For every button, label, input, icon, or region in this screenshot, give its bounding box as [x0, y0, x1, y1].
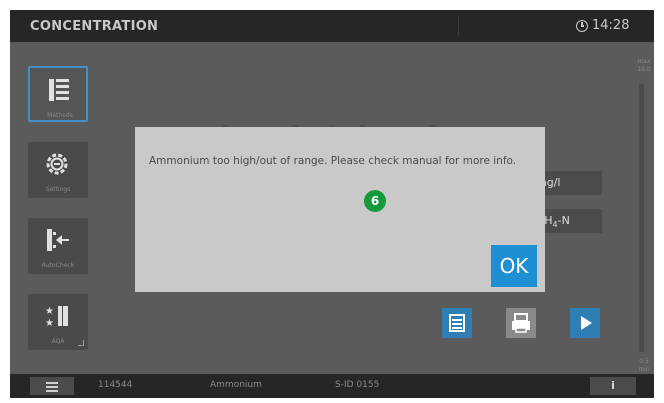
svg-text:★: ★ [45, 318, 54, 329]
range-scale: max 16.0 0.5 min [634, 58, 650, 376]
method-name: Ammonium [210, 380, 262, 390]
scale-min-value: 0.5 [639, 358, 649, 365]
method-list-icon [49, 79, 69, 101]
sidebar-item-methods[interactable]: Methods [28, 66, 88, 122]
page-title: CONCENTRATION [30, 19, 159, 34]
aqa-icon: ★ ★ [45, 306, 68, 329]
info-button[interactable]: i [590, 377, 636, 395]
step-badge: 6 [364, 190, 386, 212]
top-bar: CONCENTRATION 14:28 [10, 10, 654, 42]
sidebar-item-label: Methods [47, 112, 73, 119]
menu-icon [46, 382, 58, 384]
sidebar-item-label: AQA [51, 338, 65, 345]
clock-time: 14:28 [592, 18, 630, 33]
list-button[interactable] [442, 308, 472, 338]
scale-min-label: min [638, 366, 650, 373]
sample-id: S-ID 0155 [335, 380, 380, 390]
method-number: 114544 [98, 380, 133, 390]
list-icon [449, 314, 465, 332]
sidebar-item-label: AutoCheck [41, 262, 75, 269]
autocheck-icon [47, 229, 69, 251]
top-bar-divider [458, 16, 459, 36]
dialog-message: Ammonium too high/out of range. Please c… [149, 155, 517, 167]
svg-text:★: ★ [45, 306, 54, 317]
sidebar-item-label: Settings [45, 186, 71, 193]
menu-icon [46, 386, 58, 388]
ok-button[interactable]: OK [491, 245, 537, 287]
print-button[interactable] [506, 308, 536, 338]
sidebar-item-autocheck[interactable]: AutoCheck [28, 218, 88, 274]
status-bar: 114544 Ammonium S-ID 0155 i [10, 374, 654, 398]
error-dialog: Ammonium too high/out of range. Please c… [135, 127, 545, 292]
menu-button[interactable] [30, 377, 74, 395]
clock: 14:28 [576, 18, 629, 33]
printer-icon [512, 313, 530, 333]
start-measurement-button[interactable] [570, 308, 600, 338]
sidebar-item-aqa[interactable]: ★ ★ AQA [28, 294, 88, 350]
clock-icon [576, 19, 588, 32]
scale-bar [639, 84, 644, 352]
scale-max-value: 16.0 [637, 66, 651, 73]
sidebar-item-settings[interactable]: Settings [28, 142, 88, 198]
menu-icon [46, 390, 58, 392]
scale-max-label: max [637, 58, 651, 65]
gear-icon [46, 153, 68, 175]
instrument-screen: CONCENTRATION 14:28 Methods Settings Aut… [10, 10, 654, 398]
play-icon [581, 316, 592, 330]
